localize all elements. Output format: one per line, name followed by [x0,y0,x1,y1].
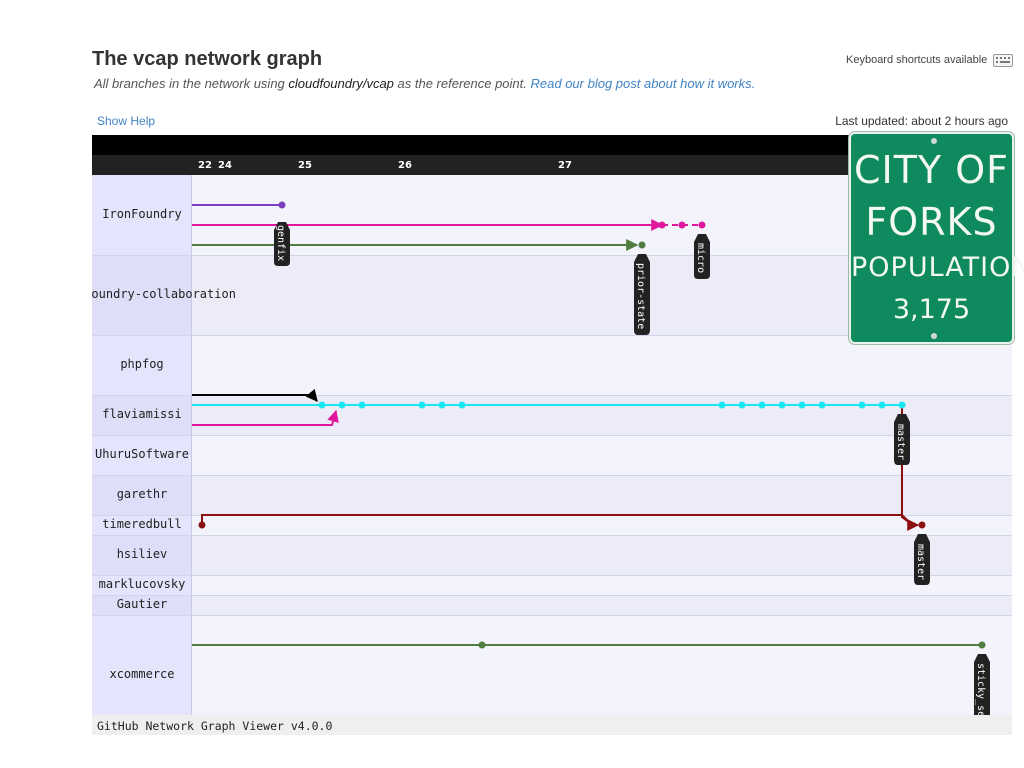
user-name-ironfoundry[interactable]: IronFoundry [102,207,181,221]
commit-dot[interactable] [338,401,346,409]
date-label: 25 [298,160,312,171]
commit-dot[interactable] [678,221,686,229]
commit-dot[interactable] [918,521,926,529]
city-sign-overlay: CITY OF FORKS POPULATION 3,175 [849,132,1024,344]
page-subtitle: All branches in the network using cloudf… [94,76,755,91]
date-label: 24 [218,160,232,171]
date-label: 27 [558,160,572,171]
show-help-link[interactable]: Show Help [97,114,155,128]
blog-post-link[interactable]: Read our blog post about how it works. [531,76,756,91]
viewer-version: GitHub Network Graph Viewer v4.0.0 [97,719,332,733]
branch-label: master [915,544,926,580]
commit-dot[interactable] [878,401,886,409]
keyboard-icon[interactable] [993,54,1013,67]
commit-dot[interactable] [738,401,746,409]
commit-dot[interactable] [798,401,806,409]
commit-dot[interactable] [198,521,206,529]
commit-dot[interactable] [418,401,426,409]
user-name-hsiliev[interactable]: hsiliev [117,547,168,561]
sign-bolt [931,138,937,144]
commit-dot[interactable] [438,401,446,409]
user-name-timeredbull[interactable]: timeredbull [102,517,181,531]
sign-line-1: CITY OF [853,148,1009,192]
commit-dot[interactable] [358,401,366,409]
commit-dot[interactable] [718,401,726,409]
branch-tag-micro[interactable]: micro [694,234,710,279]
subtitle-suffix: as the reference point. [393,76,531,91]
branch-label: master [895,424,906,460]
reference-repo: cloudfoundry/vcap [288,76,394,91]
keyboard-shortcuts-text: Keyboard shortcuts available [846,54,988,66]
user-name-xcommerce[interactable]: xcommerce [109,667,174,681]
branch-tag-master-flaviamissi[interactable]: master [894,414,910,465]
commit-dot[interactable] [318,401,326,409]
commit-dot[interactable] [278,201,286,209]
commit-dot[interactable] [698,221,706,229]
user-name-garethr[interactable]: garethr [117,487,168,501]
branch-tag-sticky-se[interactable]: sticky_se [974,654,990,717]
user-name-gautier[interactable]: Gautier [117,597,168,611]
commit-dot[interactable] [638,241,646,249]
commit-dot[interactable] [858,401,866,409]
user-name-uhurusoftware[interactable]: UhuruSoftware [95,447,189,461]
commit-dot[interactable] [978,641,986,649]
date-label: 22 [198,160,212,171]
commit-dot[interactable] [458,401,466,409]
sign-line-2: FORKS [865,200,998,244]
sign-line-3: POPULATION [851,252,1024,283]
user-name-cloudfoundry-collaboration[interactable]: cloudfoundry-collaboration [92,287,236,301]
commit-dot[interactable] [818,401,826,409]
commit-dot[interactable] [658,221,666,229]
commit-dot[interactable] [898,401,906,409]
branch-label: sticky_se [975,663,986,717]
user-name-flaviamissi[interactable]: flaviamissi [102,407,181,421]
branch-tag-prior-state[interactable]: prior-state [634,254,650,335]
sign-line-4: 3,175 [892,294,971,325]
subtitle-prefix: All branches in the network using [94,76,289,91]
commit-dot[interactable] [758,401,766,409]
commit-dot[interactable] [478,641,486,649]
commit-dot[interactable] [778,401,786,409]
page-title: The vcap network graph [92,48,323,70]
branch-tag-genfix[interactable]: genfix [274,222,290,266]
date-label: 26 [398,160,412,171]
branch-label: micro [695,243,706,273]
user-name-marklucovsky[interactable]: marklucovsky [99,577,186,591]
branch-label: genfix [275,225,286,261]
branch-label: prior-state [635,263,646,329]
branch-tag-master-timeredbull[interactable]: master [914,534,930,585]
last-updated: Last updated: about 2 hours ago [835,114,1008,128]
user-name-phpfog[interactable]: phpfog [120,357,163,371]
sign-bolt [931,333,937,339]
